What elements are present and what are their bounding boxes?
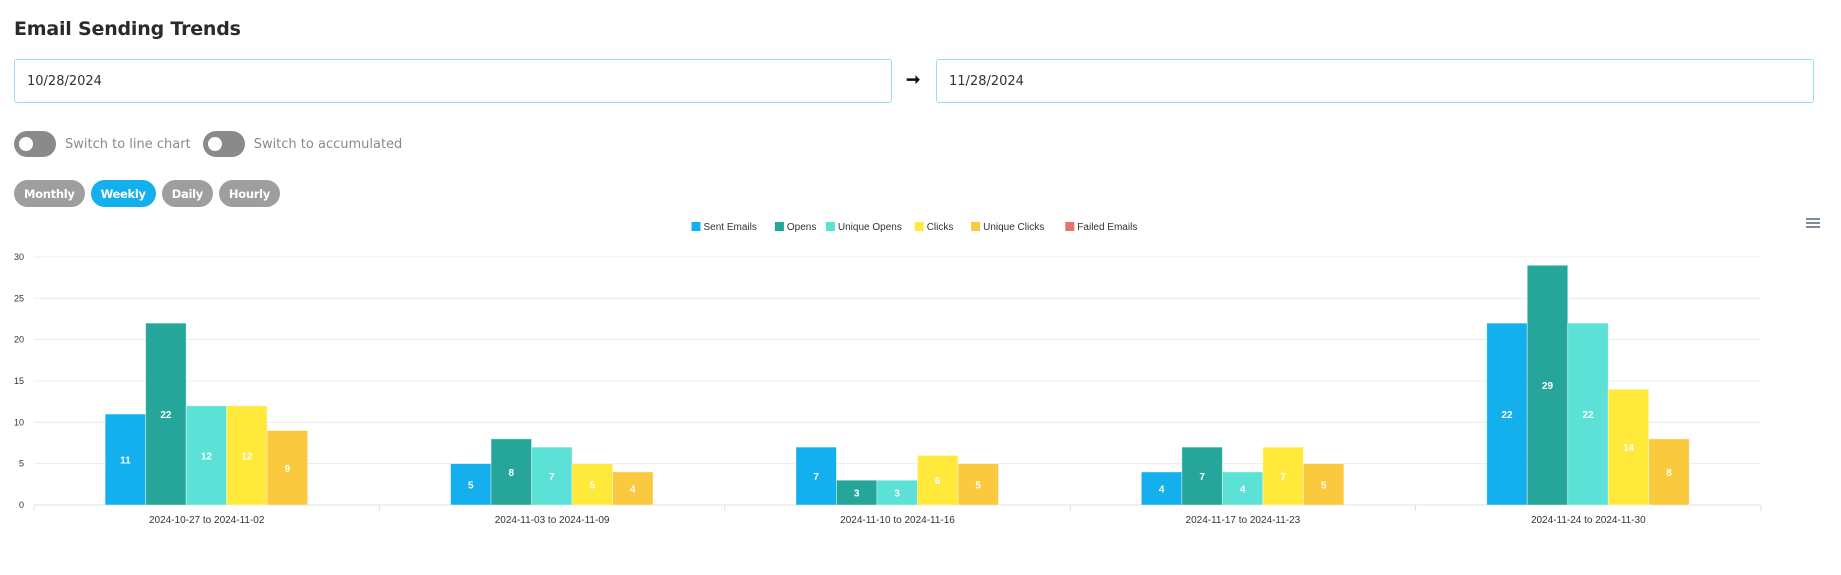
data-label: 11 xyxy=(120,456,131,467)
data-label: 3 xyxy=(854,489,860,500)
start-date-input[interactable]: 10/28/2024 xyxy=(14,59,892,103)
data-label: 4 xyxy=(1159,484,1165,495)
data-label: 22 xyxy=(1582,410,1594,421)
y-tick-label: 25 xyxy=(14,293,24,303)
legend-item: Failed Emails xyxy=(1077,222,1137,233)
accumulated-toggle[interactable] xyxy=(202,131,245,157)
period-hourly-button[interactable]: Hourly xyxy=(218,180,280,207)
y-axis: 0 5 10 15 20 25 30 xyxy=(14,252,24,510)
arrow-right-icon: ➞ xyxy=(906,70,921,89)
legend-item: Unique Clicks xyxy=(983,222,1044,233)
x-tick-label: 2024-11-17 to 2024-11-23 xyxy=(1186,515,1301,526)
chart-legend: Sent Emails Opens Unique Opens Clicks Unique… xyxy=(691,222,1137,233)
data-label: 8 xyxy=(1666,468,1672,479)
chart-bars: 11 5 7 4 22 22 8 3 7 29 12 7 3 4 22 12 5 6 7 14 9 4 5 5 8 xyxy=(104,264,1690,506)
y-tick-label: 15 xyxy=(14,376,24,386)
legend-marker xyxy=(774,222,784,231)
data-label: 4 xyxy=(630,484,636,495)
end-date-value: 11/28/2024 xyxy=(949,73,1024,89)
line-chart-toggle[interactable] xyxy=(14,131,56,157)
legend-marker xyxy=(971,222,981,231)
data-label: 5 xyxy=(468,480,474,491)
legend-marker xyxy=(1065,222,1075,231)
y-tick-label: 0 xyxy=(19,500,24,510)
data-label: 5 xyxy=(975,480,981,491)
data-label: 9 xyxy=(285,464,291,475)
x-tick-label: 2024-11-24 to 2024-11-30 xyxy=(1531,515,1646,526)
accumulated-toggle-label: Switch to accumulated xyxy=(253,136,403,152)
y-tick-label: 30 xyxy=(14,252,24,262)
legend-item: Unique Opens xyxy=(838,222,902,233)
data-label: 14 xyxy=(1623,443,1635,454)
period-daily-button[interactable]: Daily xyxy=(161,180,213,207)
data-label: 3 xyxy=(894,489,900,500)
y-tick-label: 5 xyxy=(19,459,24,469)
data-label: 6 xyxy=(935,476,941,487)
x-axis: 2024-10-27 to 2024-11-02 2024-11-03 to 20… xyxy=(33,505,1762,526)
legend-marker xyxy=(691,222,701,231)
data-label: 29 xyxy=(1542,381,1554,392)
data-label: 5 xyxy=(1321,480,1327,491)
chart-options: Switch to line chart Switch to accumulat… xyxy=(14,131,414,157)
data-label: 12 xyxy=(201,451,213,462)
start-date-value: 10/28/2024 xyxy=(27,73,102,89)
data-label: 8 xyxy=(509,468,515,479)
legend-marker xyxy=(914,222,924,231)
data-label: 7 xyxy=(549,472,555,483)
data-label: 22 xyxy=(160,410,172,421)
end-date-input[interactable]: 11/28/2024 xyxy=(936,59,1814,103)
period-selector: Monthly Weekly Daily Hourly xyxy=(14,180,280,207)
x-tick-label: 2024-11-03 to 2024-11-09 xyxy=(495,515,610,526)
y-tick-label: 10 xyxy=(14,417,24,427)
page-title: Email Sending Trends xyxy=(14,18,241,40)
data-label: 22 xyxy=(1501,410,1513,421)
x-tick-label: 2024-11-10 to 2024-11-16 xyxy=(840,515,955,526)
data-label: 7 xyxy=(813,472,819,483)
period-weekly-button[interactable]: Weekly xyxy=(90,180,156,207)
y-tick-label: 20 xyxy=(14,335,24,345)
legend-item: Sent Emails xyxy=(704,222,757,233)
toggle-knob xyxy=(207,137,222,151)
legend-item: Clicks xyxy=(927,222,954,233)
data-label: 7 xyxy=(1199,472,1205,483)
line-chart-toggle-label: Switch to line chart xyxy=(65,136,191,152)
legend-item: Opens xyxy=(787,222,816,233)
period-monthly-button[interactable]: Monthly xyxy=(14,180,85,207)
data-label: 7 xyxy=(1280,472,1286,483)
x-tick-label: 2024-10-27 to 2024-11-02 xyxy=(149,515,265,526)
data-label: 4 xyxy=(1240,484,1246,495)
data-label: 5 xyxy=(590,480,596,491)
data-label: 12 xyxy=(241,451,253,462)
legend-marker xyxy=(825,222,835,231)
toggle-knob xyxy=(19,137,33,151)
email-trends-chart: Sent Emails Opens Unique Opens Clicks Unique… xyxy=(14,222,1762,526)
